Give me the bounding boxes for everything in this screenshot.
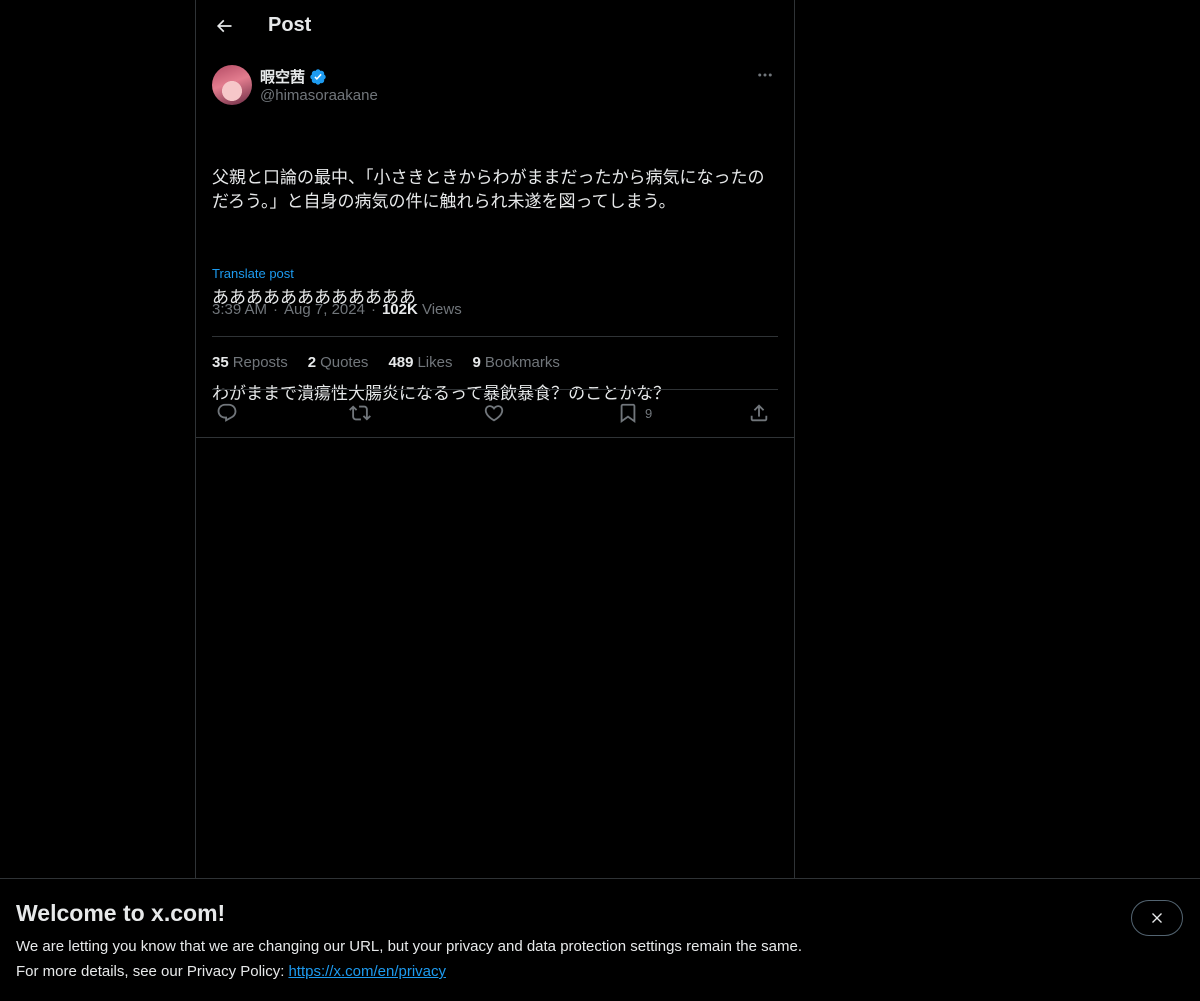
share-button[interactable] <box>748 400 770 426</box>
post-meta: 3:39 AM · Aug 7, 2024 · 102K Views <box>212 301 462 318</box>
bookmark-button[interactable]: 9 <box>617 400 652 426</box>
post-author: 暇空茜 @himasoraakane <box>212 65 778 109</box>
post-paragraph: 父親と口論の最中、「小さきときからわがままだったから病気になったのだろう。」と自… <box>212 168 765 211</box>
translate-post-link[interactable]: Translate post <box>212 266 294 281</box>
reply-button[interactable] <box>216 400 238 426</box>
reposts-label: Reposts <box>232 354 288 371</box>
verified-badge-icon <box>310 68 326 85</box>
more-horizontal-icon <box>758 73 772 77</box>
bookmarks-stat: 9 Bookmarks <box>473 354 560 371</box>
privacy-policy-link[interactable]: https://x.com/en/privacy <box>288 963 446 980</box>
bookmark-count: 9 <box>645 405 653 421</box>
close-icon <box>1152 913 1162 923</box>
reposts-stat[interactable]: 35 Reposts <box>212 354 288 371</box>
divider <box>196 437 794 438</box>
views-label: Views <box>421 301 462 318</box>
avatar[interactable] <box>212 65 252 105</box>
more-options-button[interactable] <box>752 65 778 85</box>
banner-title: Welcome to x.com! <box>16 900 226 926</box>
banner-text-privacy: For more details, see our Privacy Policy… <box>16 963 446 980</box>
share-icon <box>750 404 768 422</box>
quotes-count: 2 <box>307 354 317 371</box>
close-banner-button[interactable] <box>1131 900 1183 936</box>
post-header: Post <box>196 0 794 53</box>
post-actions: 9 <box>212 400 778 426</box>
views: 102K Views <box>382 301 462 318</box>
bookmarks-label: Bookmarks <box>484 354 560 371</box>
banner-privacy-prefix: For more details, see our Privacy Policy… <box>16 963 285 980</box>
post-stats: 35 Reposts 2 Quotes 489 Likes 9 Bookmarks <box>212 354 560 371</box>
page-title: Post <box>268 14 312 36</box>
bookmark-icon <box>620 403 636 424</box>
bookmarks-count: 9 <box>472 354 481 371</box>
quotes-stat[interactable]: 2 Quotes <box>308 354 369 371</box>
meta-separator: · <box>370 301 376 318</box>
main-column: Post 暇空茜 @himasoraakane 父親と口論の最中、「小さきときか… <box>195 0 795 1000</box>
meta-separator: · <box>273 301 279 318</box>
reposts-count: 35 <box>212 354 229 371</box>
display-name[interactable]: 暇空茜 <box>260 66 305 87</box>
back-button[interactable] <box>210 12 238 40</box>
like-button[interactable] <box>483 400 505 426</box>
likes-label: Likes <box>417 354 453 371</box>
reply-icon <box>217 403 237 422</box>
likes-count: 489 <box>388 354 414 371</box>
banner-text: We are letting you know that we are chan… <box>16 938 802 955</box>
heart-icon <box>484 405 504 422</box>
divider <box>212 389 778 390</box>
quotes-label: Quotes <box>320 354 369 371</box>
arrow-left-icon <box>216 19 232 33</box>
divider <box>212 336 778 337</box>
post-date[interactable]: Aug 7, 2024 <box>284 301 365 318</box>
views-count: 102K <box>381 301 418 318</box>
post-time[interactable]: 3:39 AM <box>212 301 267 318</box>
author-handle[interactable]: @himasoraakane <box>260 87 378 104</box>
repost-icon <box>349 405 371 421</box>
url-change-banner: Welcome to x.com! We are letting you kno… <box>0 878 1200 1001</box>
repost-button[interactable] <box>349 400 371 426</box>
author-name-row[interactable]: 暇空茜 <box>260 66 327 87</box>
likes-stat[interactable]: 489 Likes <box>388 354 452 371</box>
